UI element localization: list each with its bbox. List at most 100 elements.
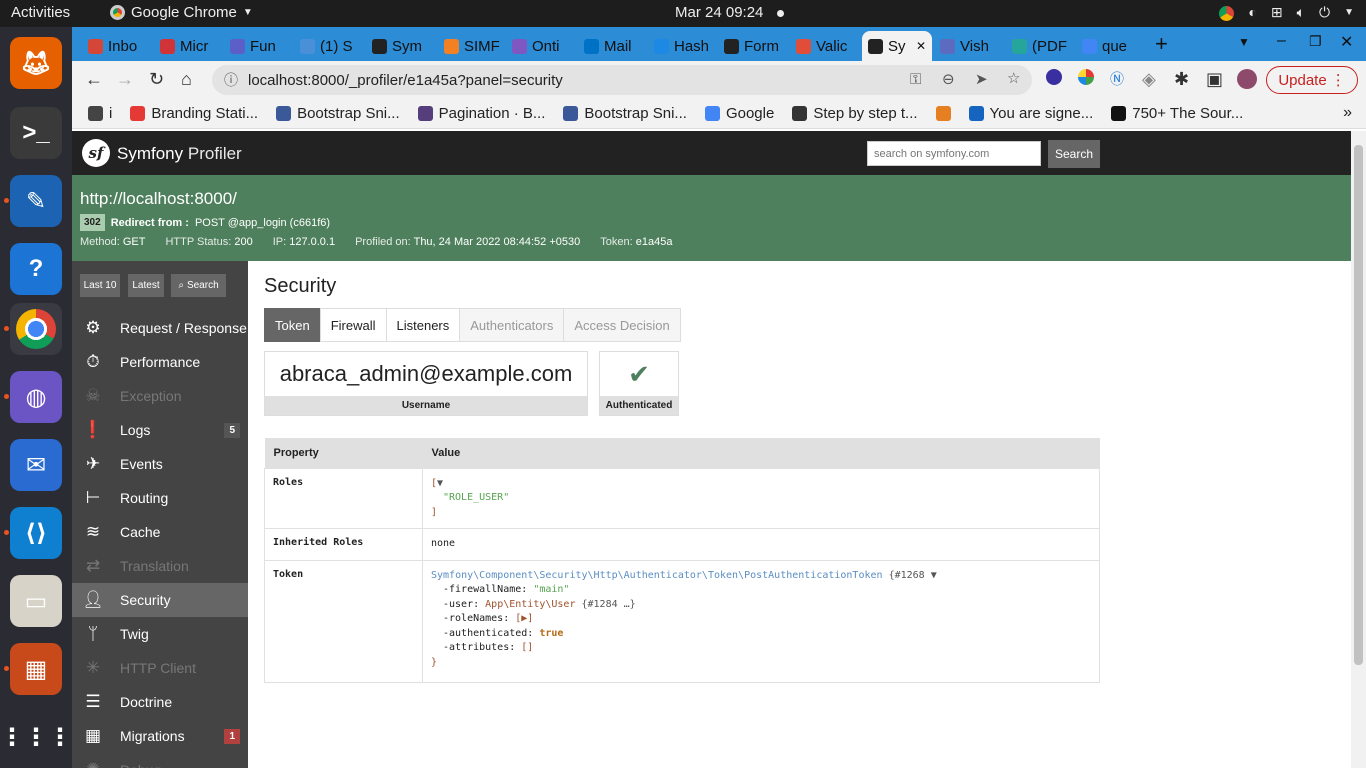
- bookmark-item[interactable]: Step by step t...: [792, 105, 918, 122]
- system-tray[interactable]: ◐ ⊞ 🔈︎ ⏻ ▼: [1219, 4, 1354, 21]
- impress-icon[interactable]: ▦: [4, 643, 62, 695]
- network-icon[interactable]: ⊞: [1271, 4, 1283, 21]
- browser-tab[interactable]: Onti: [506, 31, 578, 61]
- sidebar-item-doctrine[interactable]: ☰ Doctrine: [72, 685, 248, 719]
- role-names-value[interactable]: [▶]: [515, 613, 533, 624]
- bookmark-item[interactable]: You are signe...: [968, 105, 1093, 122]
- profile-avatar[interactable]: [1237, 69, 1257, 89]
- bookmark-item[interactable]: Branding Stati...: [130, 105, 258, 122]
- ng-extension-icon[interactable]: Ⓝ: [1110, 69, 1124, 89]
- diamond-extension-icon[interactable]: ◈: [1142, 69, 1156, 90]
- send-icon[interactable]: ➤: [975, 70, 988, 88]
- side-panel-icon[interactable]: ▣: [1206, 69, 1223, 90]
- page-scrollbar[interactable]: [1351, 131, 1366, 768]
- minimize-icon[interactable]: –: [1277, 32, 1286, 50]
- close-tab-icon[interactable]: ✕: [916, 39, 926, 53]
- bookmark-item[interactable]: Bootstrap Sni...: [276, 105, 400, 122]
- browser-tab[interactable]: Micr: [154, 31, 226, 61]
- token-value[interactable]: e1a45a: [636, 236, 673, 248]
- bookmark-item[interactable]: Pagination · B...: [417, 105, 545, 122]
- user-class[interactable]: App\Entity\User: [485, 599, 575, 610]
- firefox-icon[interactable]: 🦊︎: [10, 37, 62, 89]
- activities-button[interactable]: Activities: [11, 4, 70, 21]
- tab-firewall[interactable]: Firewall: [319, 308, 386, 342]
- bookmark-item[interactable]: Google: [704, 105, 774, 122]
- browser-tab[interactable]: SIMF: [438, 31, 510, 61]
- last-10-button[interactable]: Last 10: [80, 274, 120, 297]
- browser-tab[interactable]: Valic: [790, 31, 862, 61]
- user-ref[interactable]: {#1284 …}: [582, 599, 636, 610]
- symfony-search-button[interactable]: Search: [1048, 140, 1100, 168]
- sidebar-item-events[interactable]: ✈ Events: [72, 447, 248, 481]
- bookmark-item[interactable]: [935, 106, 951, 121]
- site-info-icon[interactable]: ⓘ: [224, 70, 238, 90]
- zoom-icon[interactable]: ⊖: [942, 70, 955, 88]
- update-button[interactable]: Update ⋮: [1266, 66, 1358, 94]
- app-menu[interactable]: Google Chrome ▼: [110, 4, 253, 21]
- terminal-icon[interactable]: >_: [10, 107, 62, 159]
- download-extension-icon[interactable]: [1046, 69, 1062, 85]
- key-icon[interactable]: ⚿: [910, 71, 921, 88]
- volume-icon[interactable]: 🔈︎: [1297, 4, 1305, 21]
- latest-button[interactable]: Latest: [128, 274, 164, 297]
- url-text[interactable]: localhost:8000/_profiler/e1a45a?panel=se…: [248, 72, 563, 89]
- night-light-icon[interactable]: ◐: [1248, 4, 1256, 21]
- redirect-value[interactable]: POST @app_login (c661f6): [195, 217, 330, 229]
- request-url[interactable]: http://localhost:8000/: [80, 189, 237, 209]
- browser-tab[interactable]: (PDF: [1006, 31, 1078, 61]
- browser-tab[interactable]: Vish: [934, 31, 1006, 61]
- reload-icon[interactable]: ↻: [149, 69, 164, 90]
- bookmark-item[interactable]: i: [88, 105, 112, 122]
- browser-tab[interactable]: Sy ✕: [862, 31, 932, 61]
- sidebar-item-request-response[interactable]: ⚙ Request / Response: [72, 311, 248, 345]
- sidebar-item-performance[interactable]: ⏱ Performance: [72, 345, 248, 379]
- token-class[interactable]: Symfony\Component\Security\Http\Authenti…: [431, 570, 883, 581]
- home-icon[interactable]: ⌂: [181, 69, 192, 90]
- symfony-logo-icon[interactable]: sf: [82, 139, 110, 167]
- tab-token[interactable]: Token: [264, 308, 320, 342]
- sidebar-item-routing[interactable]: ⊢ Routing: [72, 481, 248, 515]
- sidebar-item-security[interactable]: 👤︎ Security: [72, 583, 248, 617]
- browser-tab[interactable]: que: [1076, 31, 1148, 61]
- chevron-right-icon[interactable]: »: [1343, 104, 1352, 122]
- scrollbar-thumb[interactable]: [1354, 145, 1363, 665]
- token-ref[interactable]: {#1268 ▼: [889, 570, 937, 581]
- maximize-icon[interactable]: ❐: [1309, 33, 1322, 50]
- web-icon[interactable]: ◍: [4, 371, 62, 423]
- address-bar[interactable]: ⓘ localhost:8000/_profiler/e1a45a?panel=…: [212, 65, 1032, 95]
- browser-tab[interactable]: Fun: [224, 31, 296, 61]
- new-tab-button[interactable]: +: [1155, 31, 1168, 57]
- vscode-icon[interactable]: ⟨⟩: [4, 507, 62, 559]
- sidebar-item-twig[interactable]: ᛘ Twig: [72, 617, 248, 651]
- power-icon[interactable]: ⏻: [1319, 4, 1330, 21]
- bookmark-star-icon[interactable]: ☆: [1007, 69, 1020, 87]
- bookmark-item[interactable]: 750+ The Sour...: [1111, 105, 1243, 122]
- chrome-icon[interactable]: [4, 303, 62, 355]
- back-icon[interactable]: ←: [85, 69, 103, 90]
- profiler-brand[interactable]: Symfony Profiler: [117, 144, 242, 164]
- thunderbird-icon[interactable]: ✉: [10, 439, 62, 491]
- files-icon[interactable]: ▭: [10, 575, 62, 627]
- sidebar-item-logs[interactable]: ❗ Logs 5: [72, 413, 248, 447]
- browser-tab[interactable]: (1) S: [294, 31, 366, 61]
- help-icon[interactable]: ?: [10, 243, 62, 295]
- symfony-search-input[interactable]: [867, 141, 1041, 166]
- forward-icon[interactable]: →: [116, 69, 134, 90]
- sidebar-item-migrations[interactable]: ▦ Migrations 1: [72, 719, 248, 753]
- sidebar-search-button[interactable]: ⌕ Search: [171, 274, 226, 297]
- close-icon[interactable]: ✕: [1340, 32, 1353, 52]
- browser-tab[interactable]: Hash: [648, 31, 720, 61]
- tab-listeners[interactable]: Listeners: [385, 308, 460, 342]
- sidebar-item-cache[interactable]: ≋ Cache: [72, 515, 248, 549]
- tab-search-icon[interactable]: ▼: [1238, 35, 1250, 49]
- apps-grid-icon[interactable]: ⋮⋮⋮: [0, 711, 72, 763]
- color-extension-icon[interactable]: [1078, 69, 1094, 85]
- chrome-tray-icon[interactable]: [1219, 6, 1235, 21]
- extensions-puzzle-icon[interactable]: ✱: [1174, 69, 1189, 90]
- clock[interactable]: Mar 24 09:24: [675, 4, 763, 21]
- writer-icon[interactable]: ✎: [4, 175, 62, 227]
- browser-tab[interactable]: Form: [718, 31, 790, 61]
- chevron-down-icon[interactable]: ▼: [1344, 7, 1354, 21]
- collapse-toggle-icon[interactable]: ▼: [437, 478, 443, 489]
- bookmark-item[interactable]: Bootstrap Sni...: [563, 105, 687, 122]
